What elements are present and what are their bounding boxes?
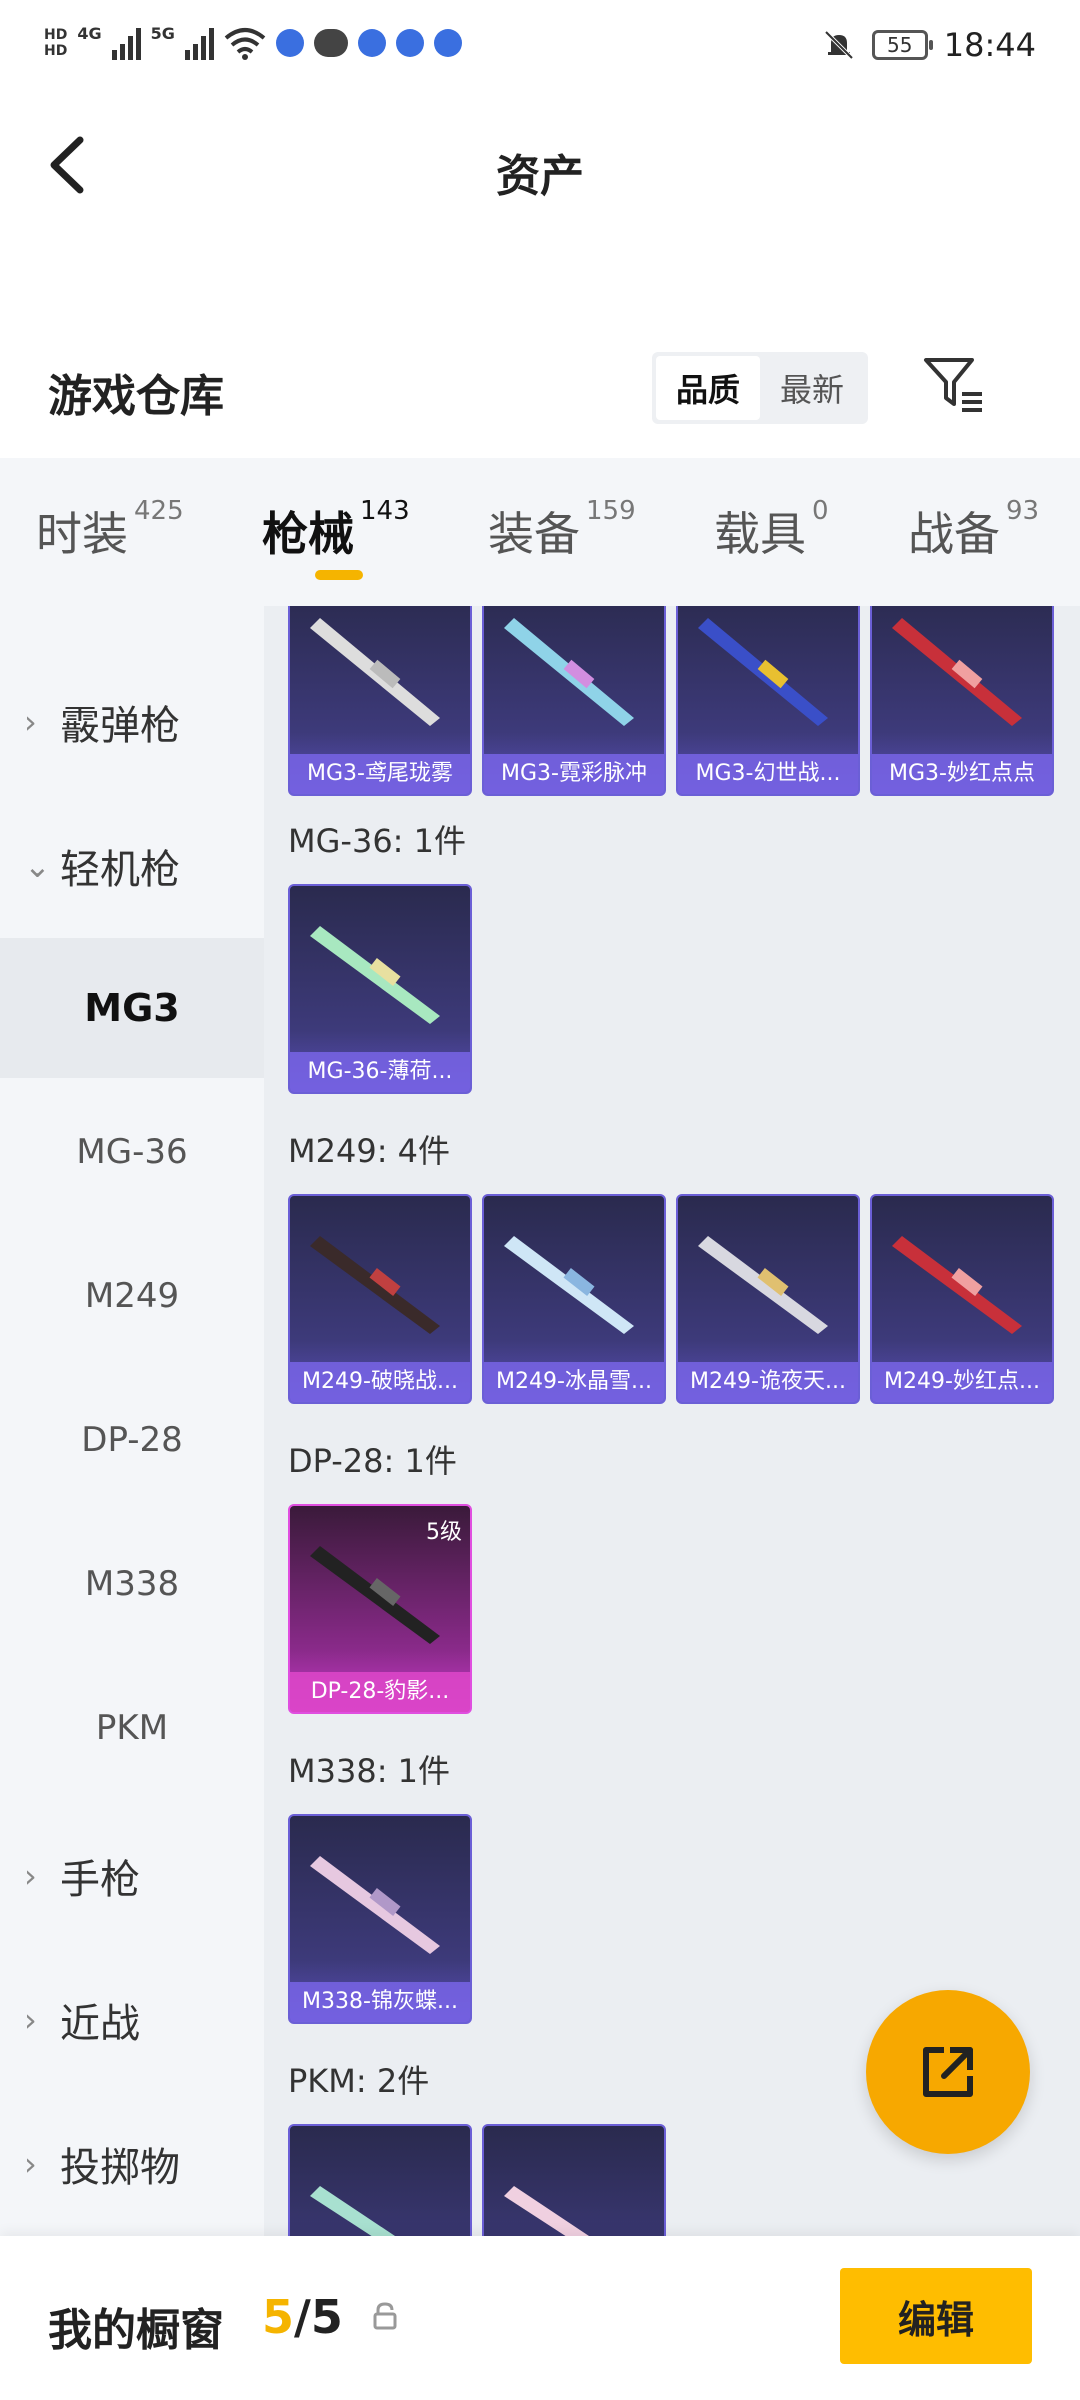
page-title: 资产 (496, 151, 584, 202)
share-external-icon (923, 2047, 973, 2097)
item-card[interactable]: MG3-妙红点点 (870, 606, 1054, 796)
gun-icon (310, 1546, 440, 1644)
warehouse-header: 游戏仓库 品质 最新 (0, 330, 1080, 450)
chevron-right-icon: › (24, 2145, 37, 2183)
gun-icon (310, 1856, 440, 1954)
signal-icon-2 (184, 26, 214, 60)
gun-icon (698, 618, 828, 726)
gun-icon (504, 1236, 634, 1334)
item-card[interactable]: M338-锦灰蝶... (288, 1814, 472, 2024)
sort-option-quality[interactable]: 品质 (656, 356, 760, 420)
sidebar-sub-pkm[interactable]: PKM (0, 1658, 264, 1798)
item-card[interactable]: MG-36-薄荷... (288, 884, 472, 1094)
gun-icon (892, 618, 1022, 726)
sidebar-item-lmg[interactable]: ⌄ 轻机枪 (0, 806, 264, 926)
sidebar-sub-m249[interactable]: M249 (0, 1226, 264, 1366)
network-4g-label: 4G (77, 23, 102, 43)
active-tab-indicator (315, 570, 363, 580)
item-card[interactable] (482, 2124, 666, 2236)
mg36-row: MG-36-薄荷... (288, 884, 472, 1094)
item-card[interactable]: M249-破晓战... (288, 1194, 472, 1404)
sidebar-sub-m338[interactable]: M338 (0, 1514, 264, 1654)
app-notification-icon (357, 29, 386, 57)
edit-button[interactable]: 编辑 (840, 2268, 1032, 2364)
category-tabs: 时装 425 枪械 143 装备 159 载具 0 战备 93 (0, 458, 1080, 606)
tab-equipment[interactable]: 装备 159 (488, 496, 636, 564)
tab-guns[interactable]: 枪械 143 (262, 496, 410, 564)
m338-row: M338-锦灰蝶... (288, 1814, 472, 2024)
battery-indicator: 55 (871, 30, 933, 60)
mg3-row: MG3-鸢尾珑雾 MG3-霓彩脉冲 MG3-幻世战... MG3-妙红点点 (288, 606, 1054, 796)
item-card[interactable]: MG3-幻世战... (676, 606, 860, 796)
sidebar-sub-mg36[interactable]: MG-36 (0, 1082, 264, 1222)
sidebar-sub-mg3[interactable]: MG3 (0, 938, 264, 1078)
gun-icon (504, 2186, 589, 2236)
sort-option-latest[interactable]: 最新 (760, 356, 864, 420)
gun-icon (698, 1236, 828, 1334)
group-title-dp28: DP-28: 1件 (288, 1442, 457, 1480)
group-title-m249: M249: 4件 (288, 1132, 451, 1170)
network-5g-label: 5G (150, 23, 175, 43)
share-fab[interactable] (866, 1990, 1030, 2154)
chevron-right-icon: › (24, 703, 37, 741)
m249-row: M249-破晓战... M249-冰晶雪... M249-诡夜天... M249… (288, 1194, 1054, 1404)
signal-icon (111, 26, 141, 60)
tab-vehicles[interactable]: 载具 0 (714, 496, 829, 564)
showcase-title: 我的橱窗 (48, 2305, 224, 2356)
sidebar-sub-dp28[interactable]: DP-28 (0, 1370, 264, 1510)
sidebar-item-melee[interactable]: › 近战 (0, 1960, 264, 2080)
lock-icon (373, 2302, 397, 2330)
app-header: 资产 (0, 100, 1080, 240)
tab-fashion[interactable]: 时装 425 (36, 496, 184, 564)
chevron-down-icon: ⌄ (24, 847, 51, 885)
item-card[interactable]: M249-妙红点... (870, 1194, 1054, 1404)
item-card[interactable]: MG3-霓彩脉冲 (482, 606, 666, 796)
group-title-mg36: MG-36: 1件 (288, 822, 466, 860)
warehouse-title: 游戏仓库 (48, 371, 224, 422)
sidebar: › 霰弹枪 ⌄ 轻机枪 MG3 MG-36 M249 DP-28 M338 PK… (0, 606, 264, 2236)
showcase-bar: 我的橱窗 5/5 编辑 (0, 2236, 1080, 2400)
item-card[interactable] (288, 2124, 472, 2236)
hd-indicator: HD HD (44, 27, 68, 59)
sort-toggle: 品质 最新 (652, 352, 868, 424)
sidebar-item-pistol[interactable]: › 手枪 (0, 1816, 264, 1936)
item-card[interactable]: M249-冰晶雪... (482, 1194, 666, 1404)
gun-icon (310, 2186, 395, 2236)
app-notification-icon (433, 29, 462, 57)
wifi-icon (224, 28, 266, 60)
pkm-row (288, 2124, 666, 2236)
gun-icon (310, 1236, 440, 1334)
gun-icon (310, 926, 440, 1024)
chevron-right-icon: › (24, 1857, 37, 1895)
mute-bell-icon (824, 30, 854, 60)
chat-notification-icon (313, 29, 348, 57)
item-card[interactable]: 5级 DP-28-豹影... (288, 1504, 472, 1714)
gun-icon (892, 1236, 1022, 1334)
chevron-right-icon: › (24, 2001, 37, 2039)
filter-icon[interactable] (922, 354, 986, 414)
item-card[interactable]: M249-诡夜天... (676, 1194, 860, 1404)
status-bar: HD HD 4G 5G 55 18:44 (0, 0, 1080, 100)
gun-icon (504, 618, 634, 726)
group-title-pkm: PKM: 2件 (288, 2062, 430, 2100)
sidebar-item-shotgun[interactable]: › 霰弹枪 (0, 662, 264, 782)
showcase-count: 5/5 (262, 2290, 343, 2344)
clock: 18:44 (943, 26, 1036, 64)
sidebar-item-throwable[interactable]: › 投掷物 (0, 2104, 264, 2224)
dp28-row: 5级 DP-28-豹影... (288, 1504, 472, 1714)
gun-icon (310, 618, 440, 726)
item-card[interactable]: MG3-鸢尾珑雾 (288, 606, 472, 796)
tab-supplies[interactable]: 战备 93 (908, 496, 1039, 564)
app-notification-icon (395, 29, 424, 57)
app-notification-icon (275, 29, 304, 57)
group-title-m338: M338: 1件 (288, 1752, 451, 1790)
